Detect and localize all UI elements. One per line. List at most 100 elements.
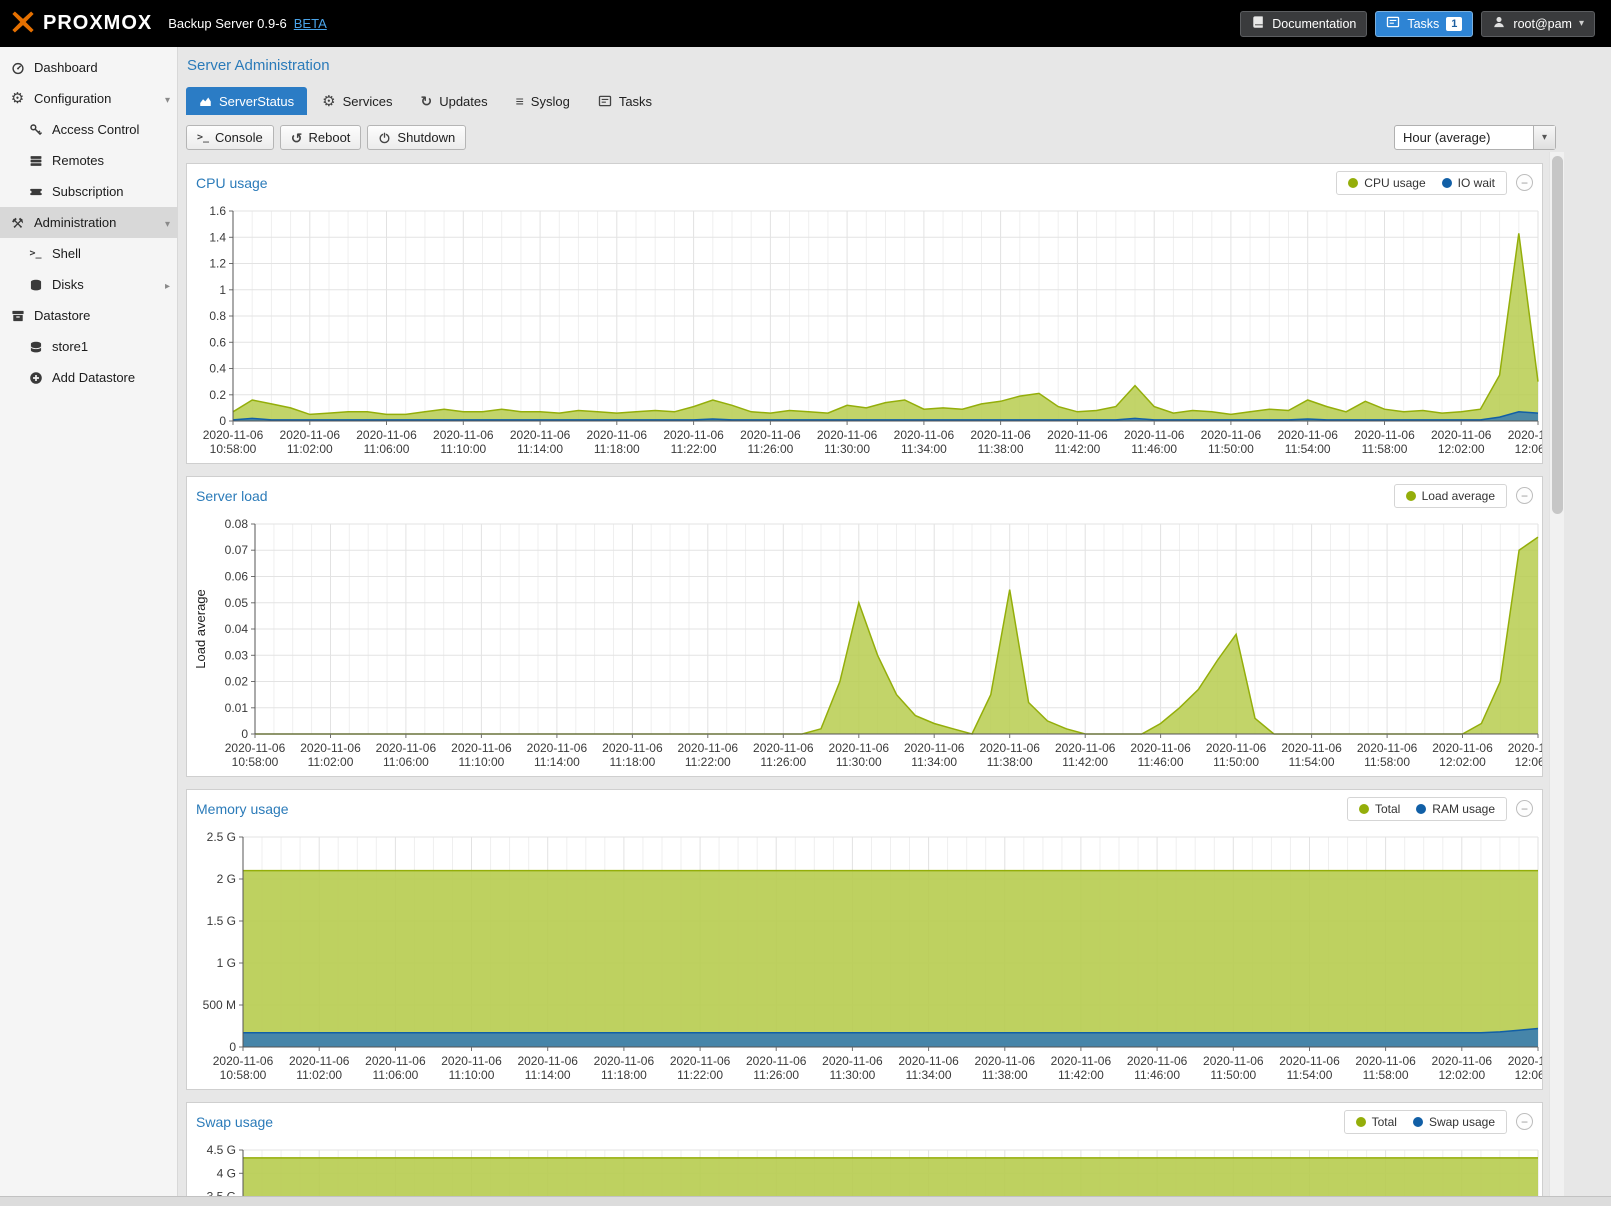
svg-text:4 G: 4 G bbox=[217, 1166, 236, 1180]
svg-text:11:38:00: 11:38:00 bbox=[982, 1068, 1028, 1082]
legend-total[interactable]: Total bbox=[1356, 1115, 1397, 1129]
svg-text:2 G: 2 G bbox=[217, 872, 236, 886]
legend-dot bbox=[1359, 804, 1369, 814]
svg-text:2020-11-06: 2020-11-06 bbox=[1357, 741, 1418, 755]
legend-total[interactable]: Total bbox=[1359, 802, 1400, 816]
svg-text:2020-11-06: 2020-11-06 bbox=[670, 1054, 731, 1068]
reboot-button[interactable]: ↺ Reboot bbox=[280, 125, 362, 150]
tab-syslog[interactable]: ≡Syslog bbox=[503, 87, 583, 115]
sidebar-item-access-control[interactable]: Access Control bbox=[0, 114, 177, 145]
disk-icon bbox=[27, 278, 44, 292]
legend-ram-usage[interactable]: RAM usage bbox=[1416, 802, 1495, 816]
legend-load-average[interactable]: Load average bbox=[1406, 489, 1495, 503]
svg-text:0.6: 0.6 bbox=[209, 335, 226, 349]
panel-title-memory: Memory usage bbox=[196, 801, 289, 817]
svg-text:0: 0 bbox=[241, 727, 248, 741]
tasks-count-badge: 1 bbox=[1446, 17, 1462, 31]
book-icon bbox=[1251, 15, 1265, 32]
svg-text:2020-11-06: 2020-11-06 bbox=[817, 428, 878, 442]
legend-swap-usage[interactable]: Swap usage bbox=[1413, 1115, 1495, 1129]
svg-text:11:22:00: 11:22:00 bbox=[671, 442, 717, 456]
memory-chart-legend: Total RAM usage bbox=[1347, 797, 1507, 821]
sidebar-item-subscription[interactable]: Subscription bbox=[0, 176, 177, 207]
collapse-icon[interactable]: − bbox=[1516, 174, 1533, 191]
sidebar-item-dashboard[interactable]: Dashboard bbox=[0, 52, 177, 83]
svg-text:2020-11-06: 2020-11-06 bbox=[356, 428, 417, 442]
panel-title-cpu: CPU usage bbox=[196, 175, 268, 191]
svg-text:11:18:00: 11:18:00 bbox=[594, 442, 640, 456]
svg-text:11:58:00: 11:58:00 bbox=[1364, 755, 1410, 769]
svg-text:11:14:00: 11:14:00 bbox=[534, 755, 580, 769]
svg-text:2020-11-06: 2020-11-06 bbox=[1355, 1054, 1416, 1068]
svg-text:11:34:00: 11:34:00 bbox=[911, 755, 957, 769]
memory-usage-chart: 0500 M1 G1.5 G2 G2.5 G2020-11-0610:58:00… bbox=[187, 827, 1542, 1089]
collapse-icon[interactable]: − bbox=[1516, 800, 1533, 817]
wrench-icon: ⚒ bbox=[9, 216, 26, 230]
sidebar-item-disks[interactable]: Disks▸ bbox=[0, 269, 177, 300]
tasks-button[interactable]: Tasks 1 bbox=[1375, 11, 1473, 37]
svg-text:2020-11-06: 2020-11-06 bbox=[1431, 428, 1492, 442]
legend-io-wait[interactable]: IO wait bbox=[1442, 176, 1495, 190]
svg-text:0.8: 0.8 bbox=[209, 309, 226, 323]
svg-text:11:46:00: 11:46:00 bbox=[1138, 755, 1184, 769]
svg-text:2020-11-06: 2020-11-06 bbox=[1124, 428, 1185, 442]
sidebar: Dashboard⚙Configuration▾Access ControlRe… bbox=[0, 47, 178, 1196]
console-button[interactable]: >_ Console bbox=[186, 125, 274, 150]
svg-text:11:54:00: 11:54:00 bbox=[1285, 442, 1331, 456]
svg-text:10:58:00: 10:58:00 bbox=[220, 1068, 267, 1082]
svg-text:11:58:00: 11:58:00 bbox=[1362, 442, 1408, 456]
sidebar-item-configuration[interactable]: ⚙Configuration▾ bbox=[0, 83, 177, 114]
cpu-usage-chart: 00.20.40.60.811.21.41.62020-11-0610:58:0… bbox=[187, 201, 1542, 463]
tabs: ServerStatus⚙Services↻Updates≡SyslogTask… bbox=[186, 87, 1611, 115]
svg-text:11:50:00: 11:50:00 bbox=[1208, 442, 1254, 456]
user-menu-button[interactable]: root@pam ▾ bbox=[1481, 11, 1595, 37]
svg-text:2020-11-06: 2020-11-06 bbox=[1508, 741, 1542, 755]
documentation-button[interactable]: Documentation bbox=[1240, 11, 1367, 37]
svg-text:2020-11-06: 2020-11-06 bbox=[280, 428, 341, 442]
tab-services[interactable]: ⚙Services bbox=[309, 87, 405, 115]
legend-cpu-usage[interactable]: CPU usage bbox=[1348, 176, 1425, 190]
timeframe-select[interactable]: Hour (average) ▾ bbox=[1394, 125, 1556, 150]
chevron-right-icon: ▸ bbox=[165, 277, 170, 292]
svg-text:2020-11-06: 2020-11-06 bbox=[678, 741, 739, 755]
terminal-icon: >_ bbox=[27, 248, 44, 259]
svg-text:11:46:00: 11:46:00 bbox=[1134, 1068, 1180, 1082]
swap-usage-chart: 0500 M1 G1.5 G2 G2.5 G3 G3.5 G4 G4.5 G20… bbox=[187, 1140, 1542, 1196]
top-bar: PROXMOX Backup Server 0.9-6 BETA Documen… bbox=[0, 0, 1611, 47]
svg-text:11:06:00: 11:06:00 bbox=[364, 442, 410, 456]
svg-text:11:46:00: 11:46:00 bbox=[1131, 442, 1177, 456]
svg-text:0.08: 0.08 bbox=[225, 517, 249, 531]
horizontal-scrollbar[interactable] bbox=[0, 1196, 1611, 1206]
svg-text:2020-11-06: 2020-11-06 bbox=[433, 428, 494, 442]
sidebar-item-datastore[interactable]: Datastore bbox=[0, 300, 177, 331]
sidebar-item-store1[interactable]: store1 bbox=[0, 331, 177, 362]
sidebar-item-remotes[interactable]: Remotes bbox=[0, 145, 177, 176]
svg-text:11:30:00: 11:30:00 bbox=[824, 442, 870, 456]
sidebar-item-administration[interactable]: ⚒Administration▾ bbox=[0, 207, 177, 238]
beta-link[interactable]: BETA bbox=[294, 16, 327, 31]
svg-text:11:42:00: 11:42:00 bbox=[1058, 1068, 1104, 1082]
caret-down-icon: ▾ bbox=[1579, 18, 1584, 29]
sidebar-item-shell[interactable]: >_Shell bbox=[0, 238, 177, 269]
panel-swap-usage: Swap usage TotalSwap usage − 0500 M1 G1.… bbox=[186, 1102, 1543, 1196]
collapse-icon[interactable]: − bbox=[1516, 1113, 1533, 1130]
svg-text:2020-11-06: 2020-11-06 bbox=[1203, 1054, 1264, 1068]
tab-tasks[interactable]: Tasks bbox=[585, 87, 665, 115]
sidebar-item-add-datastore[interactable]: Add Datastore bbox=[0, 362, 177, 393]
svg-text:11:22:00: 11:22:00 bbox=[685, 755, 731, 769]
vertical-scrollbar[interactable] bbox=[1549, 152, 1564, 1196]
svg-text:2020-11-06: 2020-11-06 bbox=[1277, 428, 1338, 442]
svg-text:11:34:00: 11:34:00 bbox=[901, 442, 947, 456]
svg-text:11:02:00: 11:02:00 bbox=[287, 442, 333, 456]
svg-text:2020-11-06: 2020-11-06 bbox=[829, 741, 890, 755]
collapse-icon[interactable]: − bbox=[1516, 487, 1533, 504]
tab-updates[interactable]: ↻Updates bbox=[407, 87, 500, 115]
svg-text:11:18:00: 11:18:00 bbox=[601, 1068, 647, 1082]
svg-text:2020-11-06: 2020-11-06 bbox=[1047, 428, 1108, 442]
tab-serverstatus[interactable]: ServerStatus bbox=[186, 87, 307, 115]
svg-text:11:10:00: 11:10:00 bbox=[449, 1068, 495, 1082]
svg-text:2020-11-06: 2020-11-06 bbox=[753, 741, 814, 755]
dashboard-icon bbox=[9, 61, 26, 75]
shutdown-button[interactable]: Shutdown bbox=[367, 125, 466, 150]
scrollbar-thumb[interactable] bbox=[1552, 156, 1563, 514]
